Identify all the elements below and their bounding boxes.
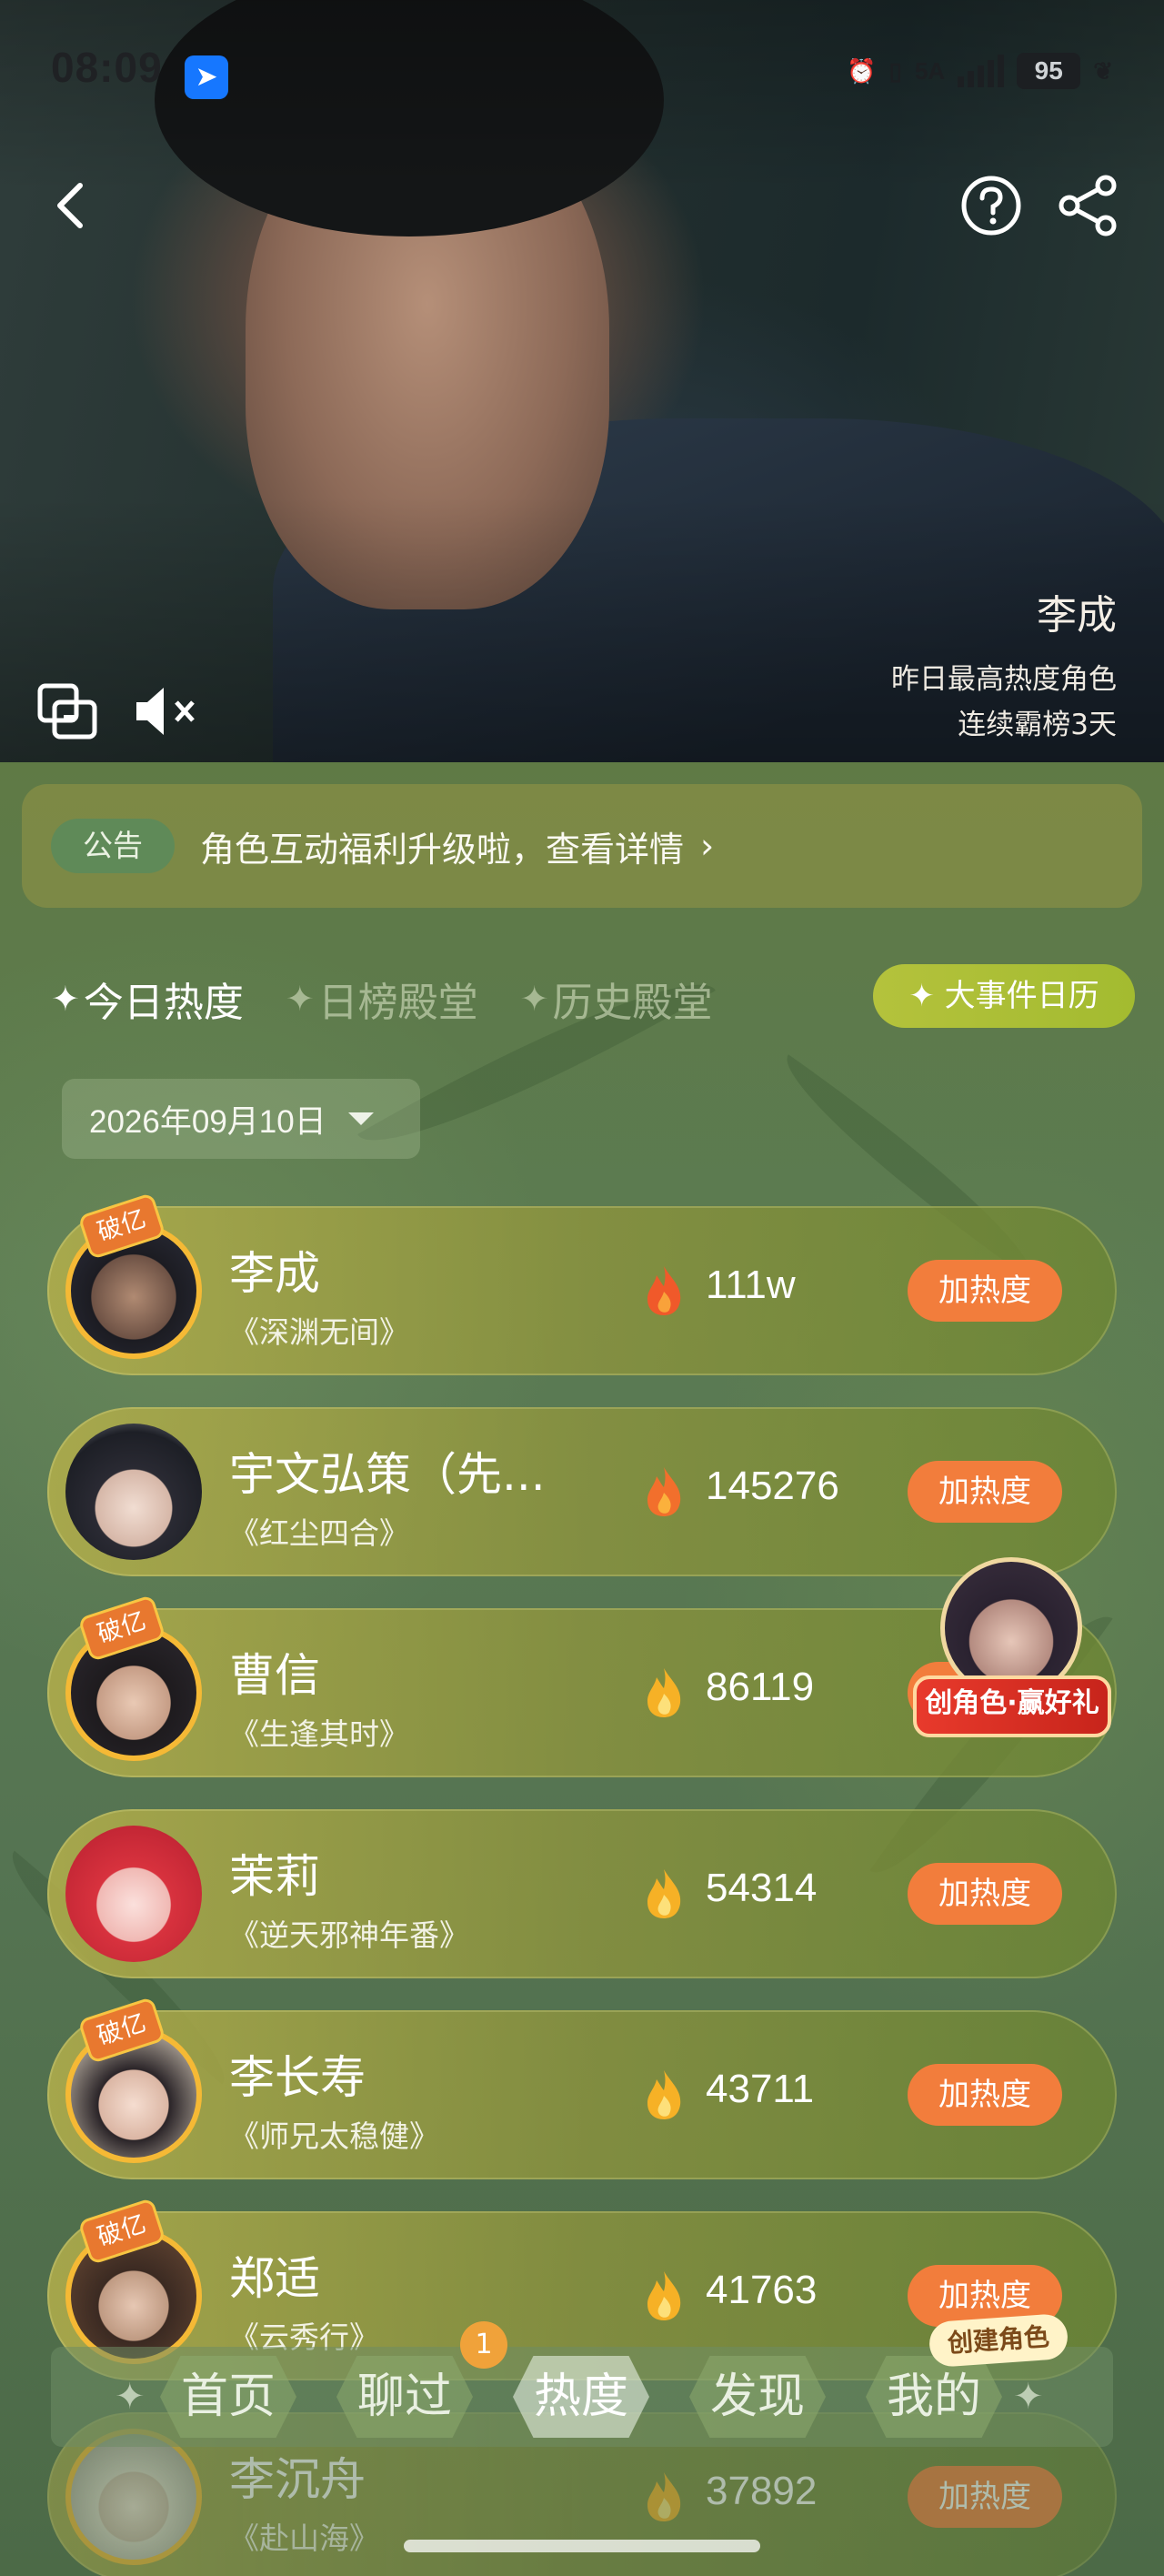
heat-value: 86119	[706, 1665, 815, 1709]
avatar: 破亿	[58, 1999, 209, 2170]
nav-label: 首页	[180, 2370, 276, 2424]
announcement-bar[interactable]: 公告 角色互动福利升级啦，查看详情 ›	[22, 784, 1142, 908]
tab-history-hall[interactable]: ✦ 历史殿堂	[520, 970, 713, 1028]
signal-icon	[958, 55, 1005, 87]
nav-label: 聊过	[356, 2370, 452, 2424]
nav-label: 我的	[886, 2370, 981, 2424]
fire-icon	[647, 2070, 681, 2119]
announcement-tag: 公告	[51, 819, 175, 873]
sparkle-icon: ✦	[285, 979, 315, 1019]
hero-subtitle-2: 连续霸榜3天	[958, 709, 1117, 741]
ranking-tabs: ✦ 今日热度 ✦ 日榜殿堂 ✦ 历史殿堂	[51, 962, 755, 1035]
alarm-icon: ⏰	[847, 56, 877, 85]
fire-icon	[647, 1266, 681, 1315]
vibrate-icon: ▯	[888, 56, 902, 85]
nav-label: 热度	[533, 2370, 628, 2424]
ranking-row[interactable]: 破亿 李长寿 《师兄太稳健》 43711 加热度	[47, 1999, 1117, 2179]
work-title: 《生逢其时》	[229, 1716, 409, 1752]
hero-character-name: 李成	[1037, 592, 1117, 639]
character-name: 李长寿	[229, 2051, 366, 2104]
tab-label: 历史殿堂	[552, 980, 713, 1026]
avatar-image	[65, 1826, 202, 1962]
heat-value: 37892	[706, 2469, 818, 2513]
heat-value: 43711	[706, 2067, 815, 2111]
hero-info: 李成 昨日最高热度角色 连续霸榜3天	[891, 582, 1117, 748]
nav-chats[interactable]: 聊过	[327, 2352, 482, 2441]
character-name: 宇文弘策（先...	[229, 1448, 546, 1501]
avatar	[58, 1818, 209, 1969]
work-title: 《红尘四合》	[229, 1515, 409, 1551]
ranking-row[interactable]: 茉莉 《逆天邪神年番》 54314 加热度	[47, 1809, 1117, 1978]
nav-discover[interactable]: 发现	[680, 2352, 835, 2441]
boost-heat-button[interactable]: 加热度	[908, 2064, 1062, 2126]
date-value: 2026年09月10日	[89, 1103, 326, 1140]
avatar-image	[65, 2429, 202, 2565]
character-name: 李沉舟	[229, 2453, 366, 2506]
help-icon[interactable]	[958, 173, 1024, 238]
home-indicator[interactable]	[404, 2540, 760, 2552]
character-name: 曹信	[229, 1649, 320, 1702]
character-name: 郑适	[229, 2252, 320, 2305]
fire-icon	[647, 1668, 681, 1717]
sparkle-icon: ✦	[1013, 2376, 1044, 2418]
battery-indicator: 95	[1017, 53, 1081, 89]
network-label: 5A	[914, 56, 946, 85]
fire-icon	[647, 1467, 681, 1516]
nav-home[interactable]: 首页	[151, 2352, 306, 2441]
hero-subtitle-1: 昨日最高热度角色	[891, 663, 1117, 696]
back-button[interactable]	[40, 173, 105, 238]
create-role-promo[interactable]: 创角色·赢好礼	[913, 1557, 1111, 1739]
tab-daily-hall[interactable]: ✦ 日榜殿堂	[286, 970, 478, 1028]
chevron-right-icon: ›	[700, 826, 715, 866]
heat-value: 145276	[706, 1464, 839, 1508]
tab-label: 今日热度	[83, 980, 244, 1026]
caret-down-icon	[347, 1112, 374, 1125]
work-title: 《师兄太稳健》	[229, 2118, 439, 2154]
nav-profile[interactable]: 我的	[857, 2352, 1011, 2441]
ranking-row[interactable]: 破亿 李成 《深渊无间》 111w 加热度	[47, 1195, 1117, 1375]
work-title: 《深渊无间》	[229, 1314, 409, 1350]
sparkle-icon: ✦	[519, 979, 549, 1019]
chat-unread-badge: 1	[460, 2321, 507, 2369]
date-dropdown[interactable]: 2026年09月10日	[62, 1079, 420, 1159]
announcement-text: 角色互动福利升级啦，查看详情	[200, 829, 685, 870]
avatar	[58, 1416, 209, 1567]
status-bar: 08:09 ➤ ⏰ ▯ 5A 95 ❦	[51, 43, 1113, 100]
fire-icon	[647, 1869, 681, 1918]
tab-today-heat[interactable]: ✦ 今日热度	[51, 970, 244, 1028]
ranking-row[interactable]: 宇文弘策（先... 《红尘四合》 145276 加热度	[47, 1407, 1117, 1576]
heat-value: 111w	[706, 1263, 796, 1307]
avatar-image	[65, 1424, 202, 1560]
fire-icon	[647, 2472, 681, 2521]
share-icon[interactable]	[1055, 173, 1120, 238]
status-time: 08:09	[51, 43, 163, 91]
boost-heat-button[interactable]: 加热度	[908, 1461, 1062, 1523]
fire-icon	[647, 2271, 681, 2320]
app-notification-icon: ➤	[185, 55, 229, 100]
mute-icon[interactable]	[133, 684, 206, 739]
work-title: 《逆天邪神年番》	[229, 1917, 469, 1953]
sparkle-icon: ✦	[115, 2376, 146, 2418]
leaf-icon: ❦	[1093, 56, 1113, 85]
nav-label: 发现	[709, 2370, 805, 2424]
character-name: 茉莉	[229, 1850, 320, 1903]
promo-label: 创角色·赢好礼	[913, 1675, 1111, 1737]
hero-banner[interactable]: 08:09 ➤ ⏰ ▯ 5A 95 ❦ 李成 昨日最高热度角色 连续霸榜3天	[0, 0, 1164, 764]
character-name: 李成	[229, 1247, 320, 1300]
heat-value: 41763	[706, 2268, 818, 2312]
sparkle-icon: ✦	[51, 979, 80, 1019]
create-role-pill[interactable]: 创建角色	[928, 2312, 1069, 2369]
avatar: 破亿	[58, 1195, 209, 1366]
nav-heat[interactable]: 热度	[504, 2352, 658, 2441]
tab-label: 日榜殿堂	[317, 980, 478, 1026]
heat-value: 54314	[706, 1866, 818, 1910]
avatar: 破亿	[58, 1597, 209, 1768]
boost-heat-button[interactable]: 加热度	[908, 2466, 1062, 2528]
work-title: 《赴山海》	[229, 2521, 379, 2556]
boost-heat-button[interactable]: 加热度	[908, 1863, 1062, 1925]
switch-view-icon[interactable]	[36, 682, 98, 740]
event-calendar-button[interactable]: ✦ 大事件日历	[873, 964, 1135, 1028]
boost-heat-button[interactable]: 加热度	[908, 1260, 1062, 1322]
